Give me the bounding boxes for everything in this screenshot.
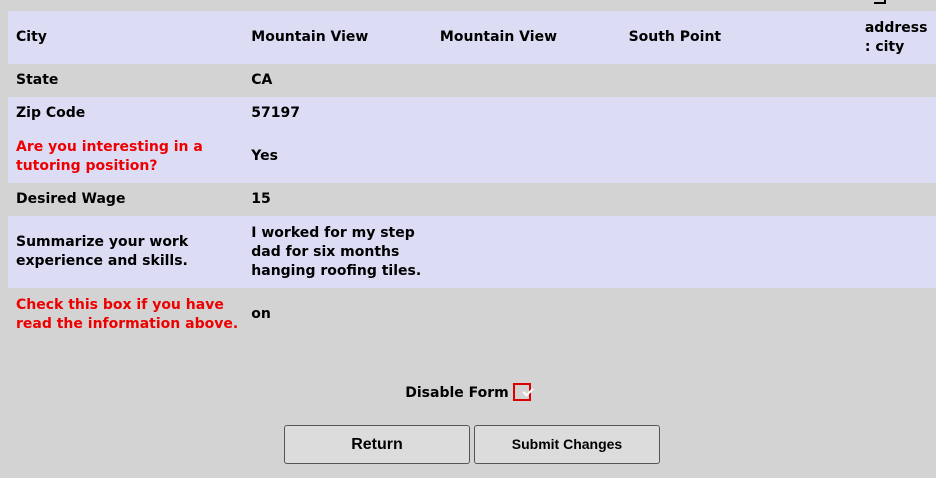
disable-form-label: Disable Form — [405, 385, 509, 401]
corner-mark-icon — [874, 0, 886, 4]
table-row: State CA — [8, 64, 936, 97]
table-row: Check this box if you have read the info… — [8, 288, 936, 341]
row-label: Summarize your work experience and skill… — [8, 216, 244, 288]
return-button[interactable]: Return — [284, 425, 470, 464]
cell-value: I worked for my step dad for six months … — [243, 216, 432, 288]
cell-value: CA — [243, 64, 432, 97]
disable-form-checkbox[interactable] — [512, 383, 531, 401]
cell-value: on — [243, 288, 432, 341]
cell-value: 57197 — [243, 97, 432, 130]
row-label: State — [8, 64, 244, 97]
table-row: Desired Wage 15 — [8, 183, 936, 216]
table-row: Summarize your work experience and skill… — [8, 216, 936, 288]
cell-value: address : city — [856, 11, 936, 64]
cell-value: Yes — [243, 130, 432, 183]
submit-changes-button[interactable]: Submit Changes — [474, 425, 660, 464]
table-row: Zip Code 57197 — [8, 97, 936, 130]
disable-form-control: Disable Form — [0, 383, 936, 402]
row-label: Zip Code — [8, 97, 244, 130]
table-row: City Mountain View Mountain View South P… — [8, 11, 936, 64]
cell-value: Mountain View — [431, 11, 621, 64]
row-label: Check this box if you have read the info… — [8, 288, 244, 341]
row-label: City — [8, 11, 244, 64]
cell-value: South Point — [620, 11, 857, 64]
row-label: Desired Wage — [8, 183, 244, 216]
row-label: Are you interesting in a tutoring positi… — [8, 130, 244, 183]
cell-value: Mountain View — [243, 11, 432, 64]
cell-value: 15 — [243, 183, 432, 216]
table-row: Are you interesting in a tutoring positi… — [8, 130, 936, 183]
application-review-table: City Mountain View Mountain View South P… — [8, 11, 936, 341]
